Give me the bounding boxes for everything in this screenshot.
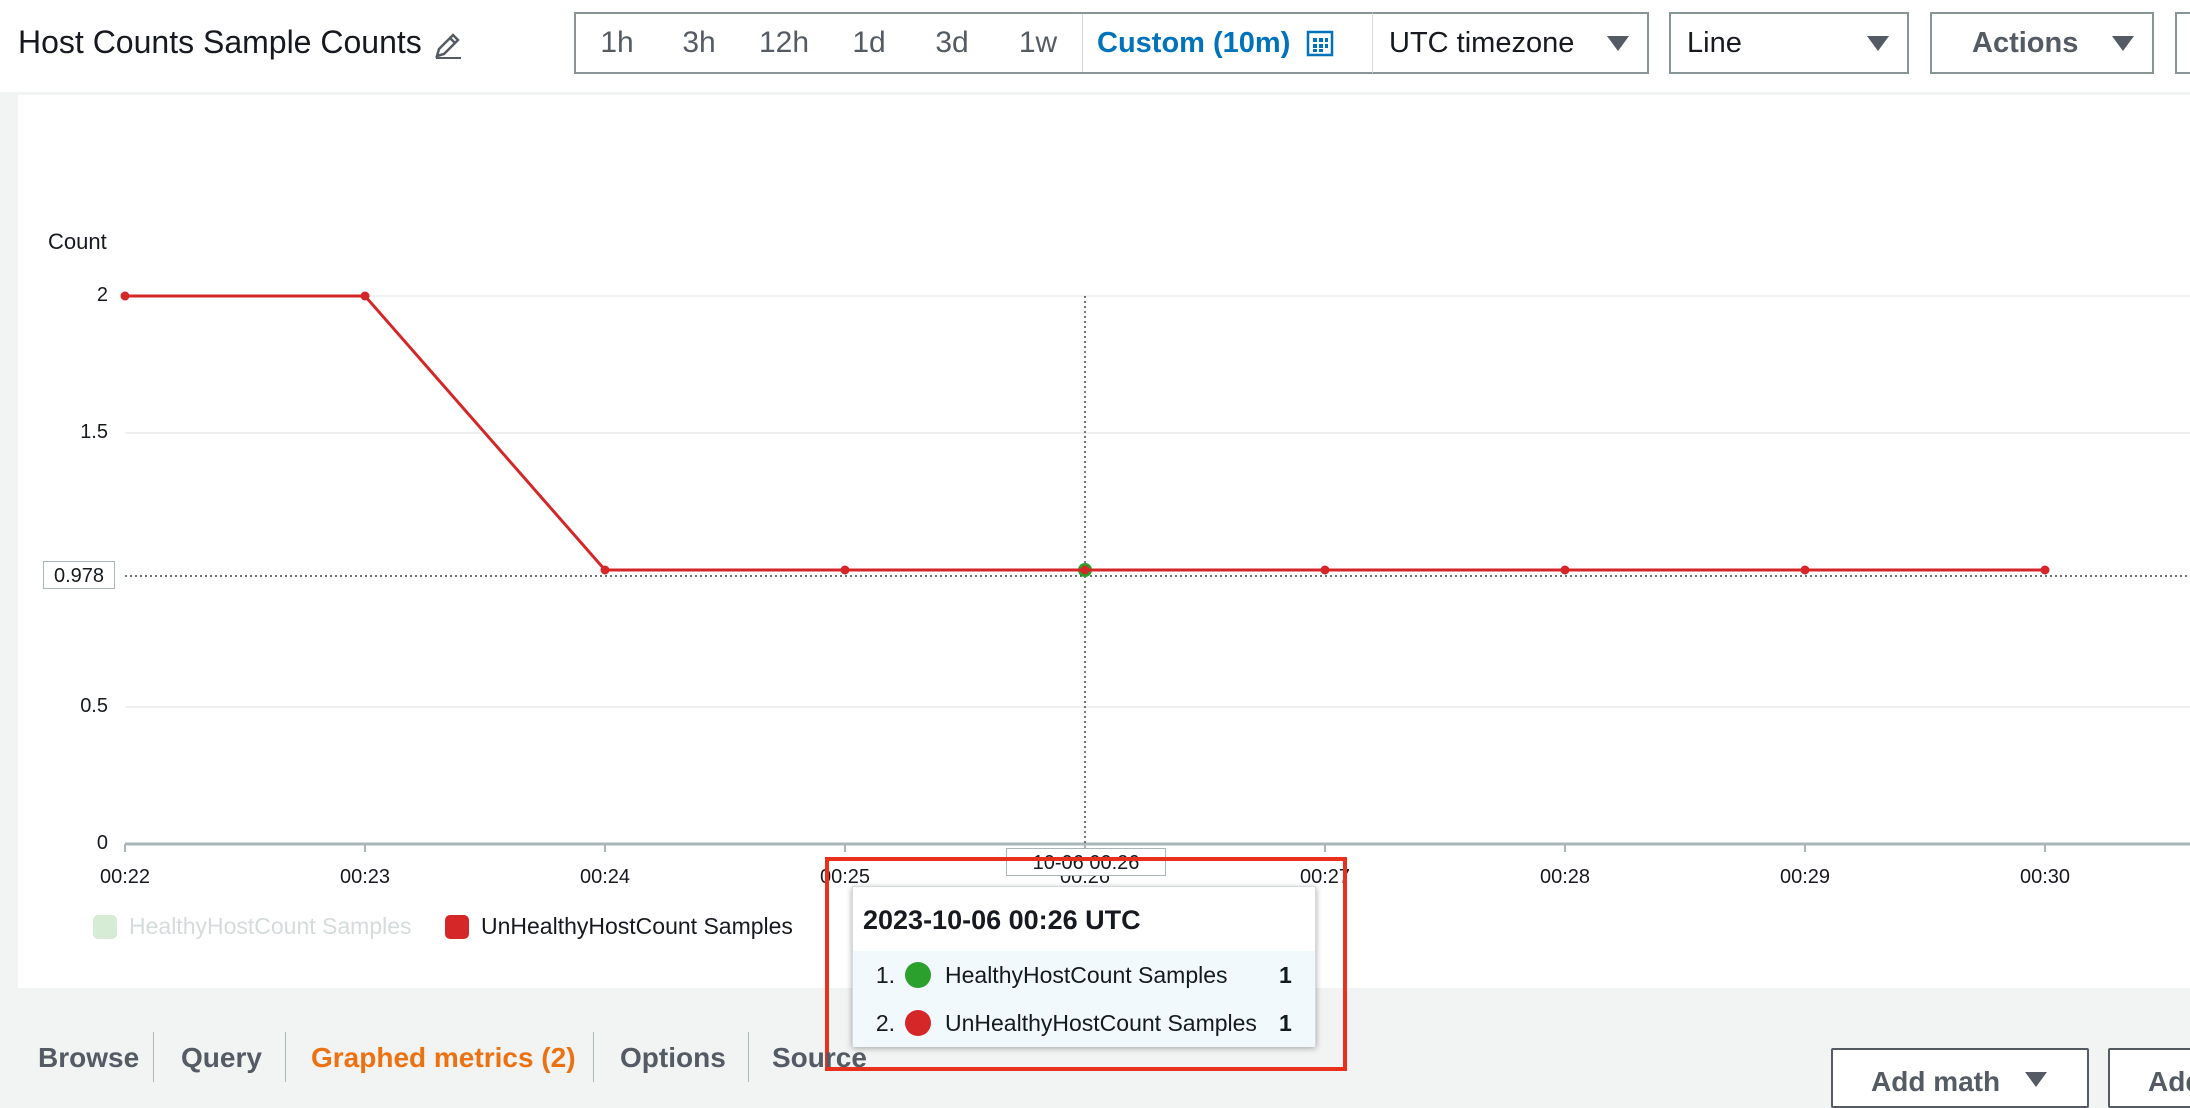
data-point-unhealthy <box>600 565 610 575</box>
legend-swatch-unhealthy <box>445 914 469 939</box>
legend-label-unhealthy: UnHealthyHostCount Samples <box>481 913 793 939</box>
tab-source[interactable]: Source <box>772 1042 867 1074</box>
x-tick-label: 00:22 <box>99 866 151 888</box>
add-math-button[interactable]: Add math <box>1831 1048 2089 1108</box>
y-tick-label: 2 <box>96 284 108 306</box>
x-tick-label: 00:30 <box>2019 866 2071 888</box>
tab-divider <box>748 1032 749 1082</box>
data-point-unhealthy <box>1800 565 1810 575</box>
series-dot-icon <box>905 962 931 988</box>
tab-divider <box>285 1032 286 1082</box>
tab-options[interactable]: Options <box>620 1042 726 1074</box>
data-point-unhealthy <box>1560 565 1570 575</box>
tooltip-row: 1. HealthyHostCount Samples 1 <box>853 951 1315 999</box>
y-tick-label: 0 <box>96 832 108 854</box>
tooltip-title: 2023-10-06 00:26 UTC <box>863 905 1141 935</box>
legend-item-unhealthy[interactable]: UnHealthyHostCount Samples <box>445 913 793 940</box>
data-point-unhealthy <box>840 565 850 575</box>
tooltip-row-index: 1. <box>875 961 895 988</box>
legend-label-healthy: HealthyHostCount Samples <box>129 913 412 939</box>
data-point-unhealthy <box>2040 565 2050 575</box>
y-tick-label: 0.5 <box>80 695 108 717</box>
line-chart[interactable] <box>0 0 2190 880</box>
cursor-x-label: 10-06 00:26 <box>1006 848 1166 876</box>
legend-swatch-healthy <box>93 914 117 939</box>
tab-graphed-metrics[interactable]: Graphed metrics (2) <box>311 1042 576 1074</box>
tab-divider <box>153 1032 154 1082</box>
data-point-unhealthy <box>360 291 370 301</box>
tab-divider <box>593 1032 594 1082</box>
cursor-y-label: 0.978 <box>43 561 115 589</box>
tab-browse[interactable]: Browse <box>38 1042 139 1074</box>
tab-query[interactable]: Query <box>181 1042 262 1074</box>
x-tick-label: 00:29 <box>1779 866 1831 888</box>
data-point-unhealthy <box>1320 565 1330 575</box>
add-query-button[interactable]: Add <box>2108 1048 2190 1108</box>
x-tick-label: 00:24 <box>579 866 631 888</box>
data-point-unhealthy <box>120 291 130 301</box>
data-point-unhealthy <box>1080 565 1090 575</box>
tooltip-row-value: 1 <box>1279 961 1292 988</box>
y-tick-label: 1.5 <box>80 421 108 443</box>
tooltip-row-name: HealthyHostCount Samples <box>945 961 1228 988</box>
caret-down-icon <box>2025 1072 2047 1087</box>
x-tick-label: 00:23 <box>339 866 391 888</box>
x-tick-label: 00:28 <box>1539 866 1591 888</box>
legend-item-healthy[interactable]: HealthyHostCount Samples <box>93 913 412 940</box>
